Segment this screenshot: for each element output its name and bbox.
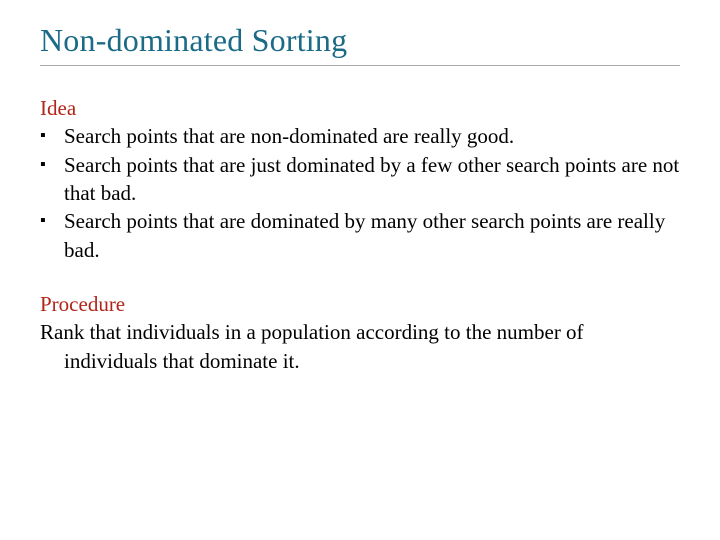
idea-bullet: Search points that are non-dominated are… [64,122,680,150]
slide: Non-dominated Sorting Idea Search points… [0,0,720,540]
idea-bullet: Search points that are just dominated by… [64,151,680,208]
slide-title: Non-dominated Sorting [40,22,680,59]
idea-bullet-list: Search points that are non-dominated are… [40,122,680,264]
idea-label: Idea [40,94,680,122]
procedure-text: Rank that individuals in a population ac… [40,318,680,375]
title-divider [40,65,680,66]
procedure-label: Procedure [40,290,680,318]
idea-bullet: Search points that are dominated by many… [64,207,680,264]
